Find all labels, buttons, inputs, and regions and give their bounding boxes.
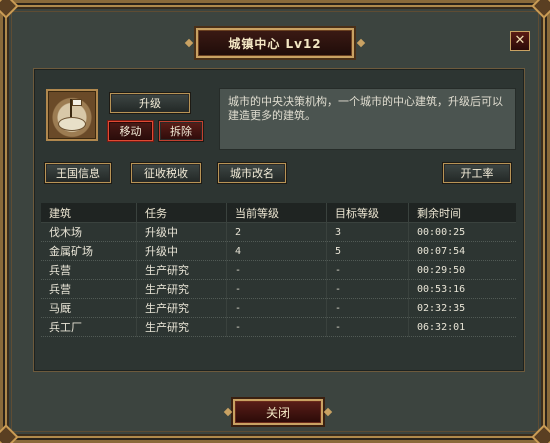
town-hall-icon: [46, 89, 98, 141]
header-task: 任务: [136, 202, 226, 223]
cell-target-level: -: [326, 260, 408, 280]
cell-task: 生产研究: [136, 298, 226, 318]
cell-remaining-time: 02:32:35: [408, 298, 508, 318]
cell-target-level: -: [326, 279, 408, 299]
cell-task: 升级中: [136, 241, 226, 261]
close-icon[interactable]: ✕: [510, 31, 530, 51]
table-row[interactable]: 马厩 生产研究 - - 02:32:35: [41, 298, 516, 318]
cell-remaining-time: 00:53:16: [408, 279, 508, 299]
table-row[interactable]: 金属矿场 升级中 4 5 00:07:54: [41, 241, 516, 261]
building-base: [58, 117, 86, 131]
header-building: 建筑: [49, 206, 71, 220]
cell-building: 马厩: [49, 302, 71, 315]
frame-corner: [0, 424, 19, 443]
cell-building: 兵营: [49, 264, 71, 277]
building-description: 城市的中央决策机构，一个城市的中心建筑，升级后可以建造更多的建筑。: [219, 88, 516, 150]
cell-current-level: -: [226, 317, 326, 337]
header-current-level: 当前等级: [226, 202, 326, 223]
cell-building: 兵营: [49, 283, 71, 296]
cell-task: 升级中: [136, 222, 226, 242]
frame-corner: [531, 424, 550, 443]
cell-current-level: 2: [226, 222, 326, 242]
work-rate-button[interactable]: 开工率: [443, 163, 511, 183]
cell-target-level: 5: [326, 241, 408, 261]
header-remaining-time: 剩余时间: [408, 202, 508, 223]
cell-target-level: 3: [326, 222, 408, 242]
collect-tax-button[interactable]: 征收税收: [131, 163, 201, 183]
table-row[interactable]: 兵工厂 生产研究 - - 06:32:01: [41, 317, 516, 337]
table-row[interactable]: 伐木场 升级中 2 3 00:00:25: [41, 222, 516, 242]
cell-task: 生产研究: [136, 279, 226, 299]
cell-current-level: -: [226, 279, 326, 299]
cell-task: 生产研究: [136, 317, 226, 337]
cell-remaining-time: 00:29:50: [408, 260, 508, 280]
cell-target-level: -: [326, 298, 408, 318]
header-target-level: 目标等级: [326, 202, 408, 223]
move-button[interactable]: 移动: [108, 121, 153, 141]
rename-city-button[interactable]: 城市改名: [218, 163, 286, 183]
frame-corner: [0, 0, 19, 19]
cell-building: 兵工厂: [49, 321, 82, 334]
cell-current-level: -: [226, 260, 326, 280]
build-queue-table: 建筑 任务 当前等级 目标等级 剩余时间 伐木场 升级中 2 3 00:00:2…: [41, 202, 516, 337]
cell-remaining-time: 00:00:25: [408, 222, 508, 242]
upgrade-button[interactable]: 升级: [110, 93, 190, 113]
cell-remaining-time: 06:32:01: [408, 317, 508, 337]
cell-current-level: -: [226, 298, 326, 318]
cell-current-level: 4: [226, 241, 326, 261]
flag: [72, 99, 82, 106]
frame-corner: [531, 0, 550, 19]
kingdom-info-button[interactable]: 王国信息: [45, 163, 111, 183]
cell-building: 伐木场: [49, 226, 82, 239]
demolish-button[interactable]: 拆除: [159, 121, 203, 141]
cell-building: 金属矿场: [49, 245, 93, 258]
cell-task: 生产研究: [136, 260, 226, 280]
window-title: 城镇中心 Lv12: [196, 28, 354, 58]
close-button[interactable]: 关闭: [233, 399, 323, 425]
table-row[interactable]: 兵营 生产研究 - - 00:53:16: [41, 279, 516, 299]
table-row[interactable]: 兵营 生产研究 - - 00:29:50: [41, 260, 516, 280]
table-header: 建筑 任务 当前等级 目标等级 剩余时间: [41, 202, 516, 223]
cell-remaining-time: 00:07:54: [408, 241, 508, 261]
cell-target-level: -: [326, 317, 408, 337]
